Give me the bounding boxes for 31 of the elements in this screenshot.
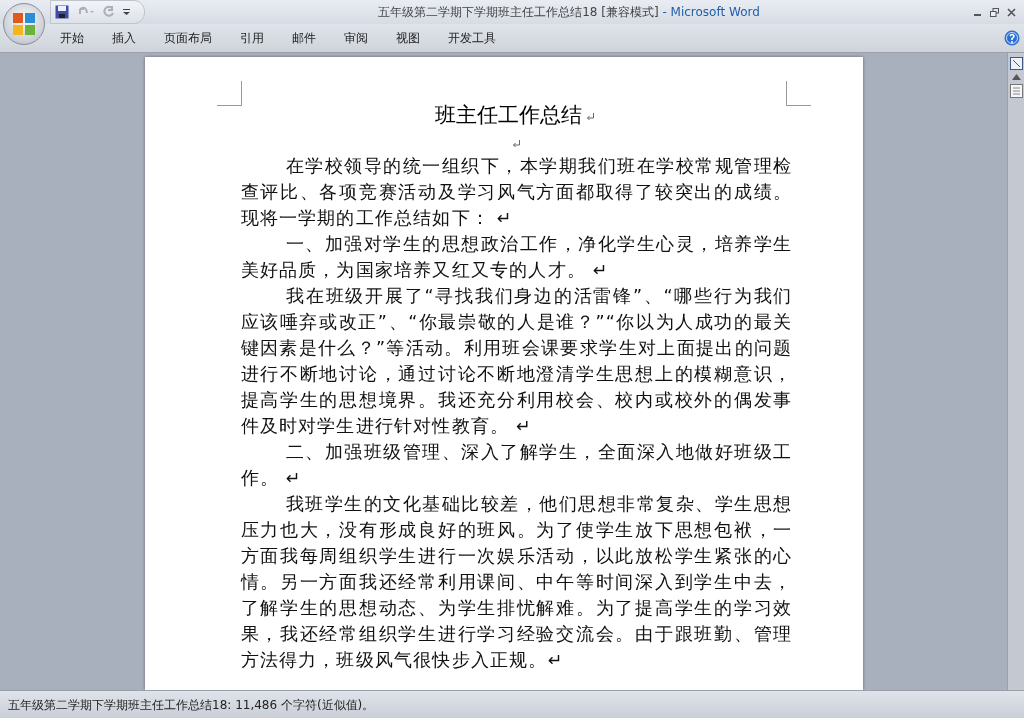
ribbon-tab[interactable]: 开始 [46,26,98,50]
ribbon-tab[interactable]: 引用 [226,26,278,50]
office-logo-icon [12,12,36,36]
paragraph: 二、加强班级管理、深入了解学生，全面深入地做好班级工作。 ↵ [240,441,793,490]
save-icon[interactable] [55,5,69,19]
help-icon[interactable] [1004,30,1020,46]
office-button[interactable] [3,3,45,45]
restore-icon[interactable] [990,7,999,17]
paragraph: 我班学生的文化基础比较差，他们思想非常复杂、学生思想压力也大，没有形成良好的班风。为了使学生放下思想包袱，一方面我每周组织学生进行一次娱乐活动，以此放松学生紧张的心情。另一方面我还经常利用课间、中午等时间深入到学生中去，了解学生的思想动态、为学生排忧解难。为了提高学生的学习效果，我还经常组织学生进行学习经验交流会。由于跟班勤、管理方法得力，班级风气很快步入正规。↵ [240,493,793,672]
ribbon-tab[interactable]: 视图 [382,26,434,50]
crop-mark [216,81,242,106]
customize-arrow-icon[interactable] [123,8,130,16]
crop-mark [785,81,811,106]
scroll-thumb[interactable] [1009,84,1023,98]
paragraph: 一、加强对学生的思想政治工作，净化学生心灵，培养学生美好品质，为国家培养又红又专的人才。 ↵ [240,233,793,282]
status-text: 五年级第二学期下学期班主任工作总结18: 11,486 个字符(近似值)。 [8,696,375,714]
close-icon[interactable] [1007,7,1016,17]
ribbon-tab[interactable]: 插入 [98,26,150,50]
window-title: 五年级第二学期下学期班主任工作总结18 [兼容模式] [378,4,659,19]
paragraph: 在学校领导的统一组织下，本学期我们班在学校常规管理检查评比、各项竞赛活动及学习风气方面都取得了较突出的成绩。现将一学期的工作总结如下： ↵ [240,155,793,230]
app-name: - Microsoft Word [662,4,760,19]
ruler-toggle-icon[interactable] [1009,57,1023,70]
ribbon-tab[interactable]: 审阅 [330,26,382,50]
ribbon-tab[interactable]: 开发工具 [434,26,510,50]
paragraph: 我在班级开展了“寻找我们身边的活雷锋”、“哪些行为我们应该唾弃或改正”、“你最崇敬的人是谁？”“你以为人成功的最关键因素是什么？”等活动。利用班会课要求学生对上面提出的问题进行不断地讨论，通过讨论不断地澄清学生思想上的模糊意识，提高学生的思想境界。我还充分利用校会、校内或校外的偶发事件及时对学生进行针对性教育。 ↵ [240,285,793,438]
scroll-up-icon[interactable] [1011,74,1021,80]
paragraph-mark-icon [585,111,595,121]
document-title: 班主任工作总结 [434,103,582,127]
paragraph-mark-icon [512,139,521,148]
ribbon-tab[interactable]: 页面布局 [150,26,226,50]
ribbon-tab[interactable]: 邮件 [278,26,330,50]
